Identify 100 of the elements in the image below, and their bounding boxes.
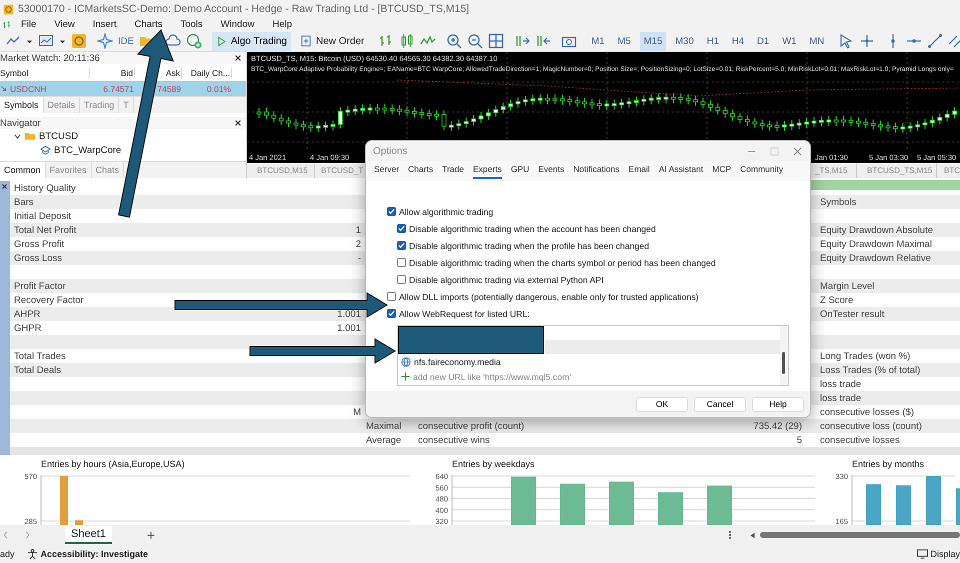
caret-icon[interactable]	[59, 38, 66, 44]
trend-line-icon[interactable]	[927, 33, 944, 49]
chart-window-icon[interactable]	[38, 33, 54, 49]
candlestick-icon[interactable]	[399, 33, 416, 49]
report-label: loss trade	[820, 378, 862, 390]
algo-trading-button[interactable]: Algo Trading	[212, 32, 291, 50]
bar	[956, 488, 960, 525]
bar	[60, 476, 68, 525]
timeframe-button[interactable]: M1	[587, 32, 609, 50]
timeframe-button[interactable]: H4	[728, 32, 748, 50]
panel-tab[interactable]: Symbols	[0, 97, 44, 113]
report-label: Equity Drawdown Relative	[820, 252, 931, 264]
shift-right-icon[interactable]	[514, 33, 530, 49]
report-label: Loss Trades (% of total)	[820, 364, 920, 376]
dialog-tab[interactable]: Server	[374, 164, 400, 179]
globe-plus-icon[interactable]	[186, 33, 202, 49]
dialog-tab[interactable]: Experts	[472, 164, 502, 179]
previous-sheet-icon[interactable]	[2, 531, 10, 539]
zoom-out-icon[interactable]	[467, 33, 484, 49]
checkbox[interactable]	[387, 309, 396, 318]
shift-left-icon[interactable]	[535, 33, 552, 49]
dialog-button[interactable]: OK	[636, 396, 688, 412]
scroll-left-icon[interactable]	[749, 532, 756, 538]
report-label: loss trade	[820, 392, 862, 404]
url-list[interactable]: nfs.faireconomy.media add new URL like 'https://www.mql5.com'	[397, 325, 789, 386]
timeframe-button[interactable]: M30	[671, 32, 698, 50]
checkbox[interactable]	[397, 241, 406, 250]
menu-item[interactable]: Insert	[84, 19, 126, 30]
url-entry[interactable]: nfs.faireconomy.media	[414, 356, 501, 366]
tree-item[interactable]: BTC_WarpCore	[54, 144, 122, 156]
close-icon[interactable]	[234, 119, 242, 127]
checkbox-label: Disable algorithmic trading when the charts symbol or period has been changed	[409, 258, 716, 268]
sparkle-icon[interactable]	[97, 33, 113, 49]
menu-item[interactable]: View	[45, 19, 84, 30]
dialog-tab[interactable]: Events	[538, 164, 564, 179]
scrollbar-thumb[interactable]	[782, 352, 785, 374]
report-label: Gross Profit	[14, 238, 64, 250]
close-icon[interactable]	[234, 54, 242, 62]
timeframe-button[interactable]: D1	[753, 32, 774, 50]
menu-item[interactable]: Charts	[126, 19, 172, 30]
ide-button[interactable]: IDE	[118, 36, 134, 46]
menu-item[interactable]: Help	[263, 19, 302, 30]
panel-title: Market Watch: 20:11:36	[0, 52, 100, 64]
report-label: Recovery Factor	[14, 294, 84, 306]
timeframe-button[interactable]: MN	[805, 32, 828, 50]
checkbox[interactable]	[397, 224, 406, 233]
chart-title: Entries by hours (Asia,Europe,USA)	[41, 459, 185, 469]
column-header[interactable]: Bid	[90, 68, 135, 78]
checkbox[interactable]	[387, 292, 396, 301]
new-url-field[interactable]: add new URL like 'https://www.mql5.com'	[413, 372, 571, 382]
timeframe-button[interactable]: M15	[640, 32, 666, 50]
cursor-icon[interactable]	[838, 33, 854, 49]
caret-icon[interactable]	[26, 38, 33, 44]
dialog-tab[interactable]: AI Assistant	[658, 164, 704, 179]
dialog-tab[interactable]: Notifications	[573, 164, 620, 179]
timeframe-button[interactable]: M5	[614, 32, 635, 50]
report-label: Equity Drawdown Maximal	[820, 238, 932, 250]
column-header[interactable]: Daily Ch...	[182, 68, 232, 78]
close-icon[interactable]	[1, 183, 8, 190]
new-order-button[interactable]: New Order	[296, 32, 368, 50]
column-header[interactable]: Symbol	[0, 68, 90, 78]
tree-item[interactable]: BTCUSD	[39, 130, 78, 142]
crosshair-icon[interactable]	[859, 33, 876, 49]
report-label: Symbols	[820, 196, 856, 208]
checkbox[interactable]	[397, 258, 406, 267]
document-plus-icon[interactable]	[300, 35, 312, 47]
checkbox[interactable]	[387, 207, 396, 216]
horizontal-scrollbar[interactable]	[760, 532, 960, 538]
dialog-tab[interactable]: Community	[740, 164, 784, 179]
timeframe-button[interactable]: H1	[702, 32, 723, 50]
accessibility-status[interactable]: Accessibility: Investigate	[40, 549, 148, 559]
report-label: Total Trades	[14, 350, 66, 362]
dialog-tab[interactable]: MCP	[712, 164, 732, 179]
plus-icon[interactable]	[401, 372, 410, 381]
menu-item[interactable]: File	[12, 19, 46, 30]
menu-item[interactable]: Tools	[171, 19, 212, 30]
report-value: 2	[356, 238, 361, 250]
dialog-tab[interactable]: Email	[628, 164, 650, 179]
next-sheet-icon[interactable]	[24, 531, 32, 539]
panel-tab[interactable]: Common	[0, 162, 46, 178]
chevron-icon[interactable]	[14, 132, 21, 140]
add-sheet-button[interactable]: +	[146, 527, 156, 543]
timeframe-button[interactable]: W1	[778, 32, 800, 50]
report-label: consecutive loss (count)	[820, 420, 922, 432]
dialog-button[interactable]: Help	[752, 396, 804, 412]
sheet-tab[interactable]: Sheet1	[65, 526, 112, 544]
menu-item[interactable]: Window	[212, 19, 264, 30]
dialog-tab[interactable]: Charts	[408, 164, 434, 179]
dialog-tab[interactable]: Trade	[442, 164, 464, 179]
display-settings[interactable]: Display	[930, 549, 960, 559]
channel-icon[interactable]	[948, 33, 960, 49]
play-icon[interactable]	[216, 36, 227, 46]
zoom-in-icon[interactable]	[446, 33, 462, 49]
grid-icon[interactable]	[488, 33, 504, 49]
dialog-tab[interactable]: GPU	[510, 164, 530, 179]
bar	[707, 486, 732, 525]
report-label: Bars	[14, 196, 34, 208]
dialog-button[interactable]: Cancel	[694, 396, 746, 412]
checkbox[interactable]	[397, 275, 406, 284]
bar	[866, 484, 881, 525]
